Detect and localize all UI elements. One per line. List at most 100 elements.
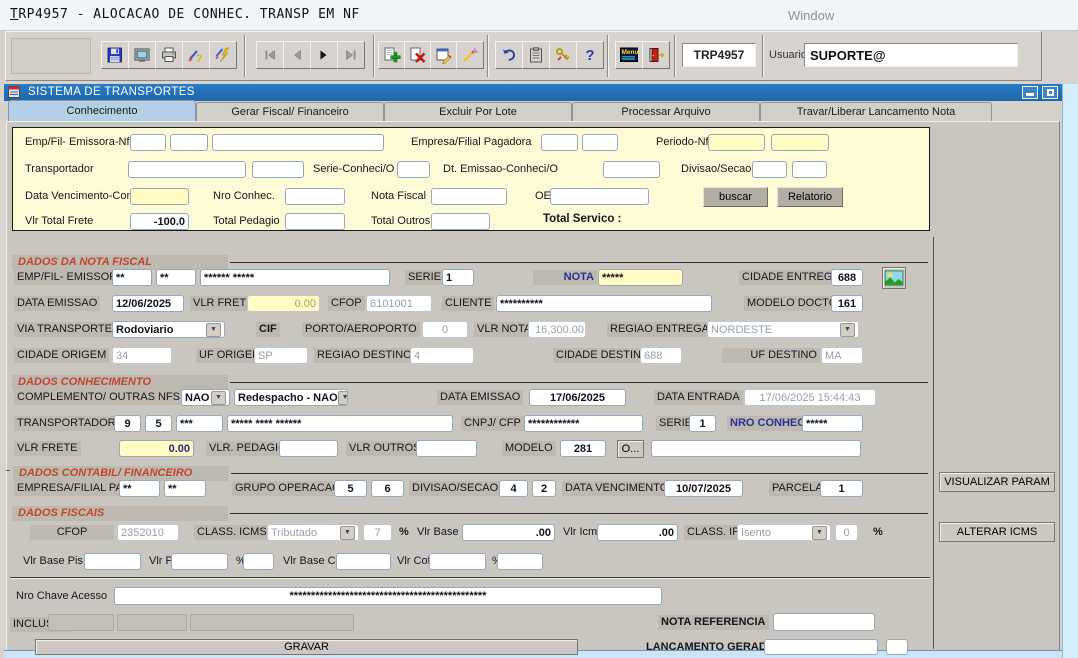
modelo-docto-input[interactable]: 161 [831, 295, 863, 312]
clipboard-button[interactable] [522, 41, 550, 69]
nota-emp-input-2[interactable]: ** [156, 269, 196, 286]
vlr-outros-input[interactable] [416, 440, 477, 457]
total-pedagio-input[interactable] [285, 213, 345, 230]
exit-button[interactable] [642, 41, 670, 69]
nota-referencia-input[interactable] [773, 613, 875, 631]
vlr-base-pis-input[interactable] [84, 553, 141, 570]
visualizar-param-button[interactable]: VISUALIZAR PARAM [939, 472, 1055, 492]
pagadora-input-1[interactable] [541, 134, 578, 151]
empresa-pag-input-2[interactable]: ** [164, 480, 206, 497]
minimize-button[interactable] [1022, 86, 1038, 99]
emp-fil-emissora-input-1[interactable] [130, 134, 166, 151]
nav-last-button[interactable] [337, 41, 365, 69]
keys-button[interactable] [549, 41, 577, 69]
emp-fil-emissora-input-2[interactable] [170, 134, 208, 151]
cancel-query-button[interactable] [456, 41, 484, 69]
tab-processar-arquivo[interactable]: Processar Arquivo [572, 102, 760, 121]
delete-record-button[interactable] [404, 41, 432, 69]
buscar-button[interactable]: buscar [703, 187, 768, 207]
transportadora-nome-input[interactable]: ***** **** ****** [227, 415, 453, 432]
periodo-input-2[interactable] [771, 134, 829, 151]
relatorio-button[interactable]: Relatorio [777, 187, 843, 207]
execute-query-button[interactable]: ? [182, 41, 210, 69]
cidade-entrega-input[interactable]: 688 [831, 269, 863, 286]
vlr-nota-input[interactable]: 16,300.00 [528, 321, 586, 338]
undo-button[interactable] [495, 41, 523, 69]
enter-query-button[interactable] [430, 41, 458, 69]
vlr-pedagio-input[interactable] [279, 440, 338, 457]
tab-travar-liberar[interactable]: Travar/Liberar Lancamento Nota [760, 102, 992, 121]
menu-button[interactable]: Menu [615, 41, 643, 69]
regiao-entrega-select[interactable]: NORDESTE▼ [707, 321, 859, 338]
pis-pct-input[interactable] [243, 553, 274, 570]
uf-origem-input[interactable]: SP [254, 347, 308, 364]
periodo-input-1[interactable] [708, 134, 765, 151]
nota-serie-input[interactable]: 1 [442, 269, 474, 286]
cofins-pct-input[interactable] [497, 553, 543, 570]
vlr-total-frete-input[interactable]: -100.0 [130, 213, 189, 230]
nota-data-emissao-input[interactable]: 12/06/2025 [112, 295, 184, 312]
empresa-pag-input-1[interactable]: ** [119, 480, 160, 497]
nro-conhec-main-input[interactable]: ***** [802, 415, 863, 432]
run-query-button[interactable] [209, 41, 237, 69]
nota-emp-nome-input[interactable]: ****** ***** [200, 269, 390, 286]
menu-window[interactable]: Window [788, 8, 834, 23]
cidade-destino-input[interactable]: 688 [640, 347, 682, 364]
obs-input[interactable] [651, 440, 861, 457]
grupo-operacao-input-2[interactable]: 6 [371, 480, 404, 497]
oe-input[interactable] [550, 188, 649, 205]
help-button[interactable]: ? [576, 41, 604, 69]
tab-conhecimento[interactable]: Conhecimento [8, 100, 196, 121]
divisao-main-input-1[interactable]: 4 [499, 480, 528, 497]
dt-emissao-conheci-input[interactable] [603, 161, 660, 178]
transportadora-input-2[interactable]: 5 [145, 415, 172, 432]
data-vencimento-con-input[interactable] [130, 188, 189, 205]
lancamento-gerado-input-2[interactable] [886, 639, 908, 655]
pagadora-input-2[interactable] [582, 134, 618, 151]
icms-pct-input[interactable]: 7 [363, 524, 392, 541]
fiscais-cfop-input[interactable]: 2352010 [117, 524, 179, 541]
transportador-input-1[interactable] [128, 161, 246, 178]
conhec-data-emissao-input[interactable]: 17/06/2025 [529, 389, 626, 406]
gravar-button[interactable]: GRAVAR [35, 639, 578, 655]
regiao-destino-input[interactable]: 4 [410, 347, 474, 364]
class-ipi-select[interactable]: Isento▼ [737, 524, 831, 541]
nota-numero-input[interactable]: ***** [598, 269, 683, 286]
alterar-icms-button[interactable]: ALTERAR ICMS [939, 522, 1055, 542]
display-button[interactable] [128, 41, 156, 69]
nota-emp-input-1[interactable]: ** [112, 269, 152, 286]
nota-cfop-input[interactable]: 6101001 [366, 295, 432, 312]
complemento-select[interactable]: NAO▼ [181, 389, 230, 406]
lancamento-gerado-input[interactable] [764, 639, 878, 655]
cnpj-cfp-input[interactable]: ************ [524, 415, 643, 432]
transportadora-input-3[interactable]: *** [176, 415, 223, 432]
divisao-main-input-2[interactable]: 2 [532, 480, 556, 497]
conhec-serie-input[interactable]: 1 [689, 415, 716, 432]
data-entrada-input[interactable]: 17/06/2025 15:44:43 [744, 389, 876, 406]
modelo-input[interactable]: 281 [560, 440, 606, 457]
nav-first-button[interactable] [256, 41, 284, 69]
divisao-input-2[interactable] [792, 161, 827, 178]
class-icms-select[interactable]: Tributado▼ [267, 524, 359, 541]
print-button[interactable] [155, 41, 183, 69]
obs-button[interactable]: O... [617, 440, 644, 458]
maximize-button[interactable] [1042, 86, 1058, 99]
nav-prev-button[interactable] [283, 41, 311, 69]
vlr-icms-input[interactable]: .00 [597, 524, 678, 541]
grupo-operacao-input-1[interactable]: 5 [334, 480, 367, 497]
nro-conhec-input[interactable] [285, 188, 345, 205]
nota-vlr-frete-input[interactable]: 0.00 [247, 295, 320, 312]
cliente-input[interactable]: ********** [496, 295, 712, 312]
vlr-base-cofins-input[interactable] [336, 553, 391, 570]
redespacho-select[interactable]: Redespacho - NAO▼ [234, 389, 348, 406]
total-outros-input[interactable] [431, 213, 490, 230]
conhec-vlr-frete-input[interactable]: 0.00 [119, 440, 194, 457]
tab-gerar-fiscal-financeiro[interactable]: Gerar Fiscal/ Financeiro [196, 102, 384, 121]
tab-excluir-por-lote[interactable]: Excluir Por Lote [384, 102, 572, 121]
serie-conheci-input[interactable] [397, 161, 430, 178]
insert-record-button[interactable] [378, 41, 406, 69]
transportadora-input-1[interactable]: 9 [114, 415, 141, 432]
via-transporte-select[interactable]: Rodoviario▼ [112, 321, 225, 338]
vlr-base-input[interactable]: .00 [462, 524, 555, 541]
save-button[interactable] [101, 41, 129, 69]
